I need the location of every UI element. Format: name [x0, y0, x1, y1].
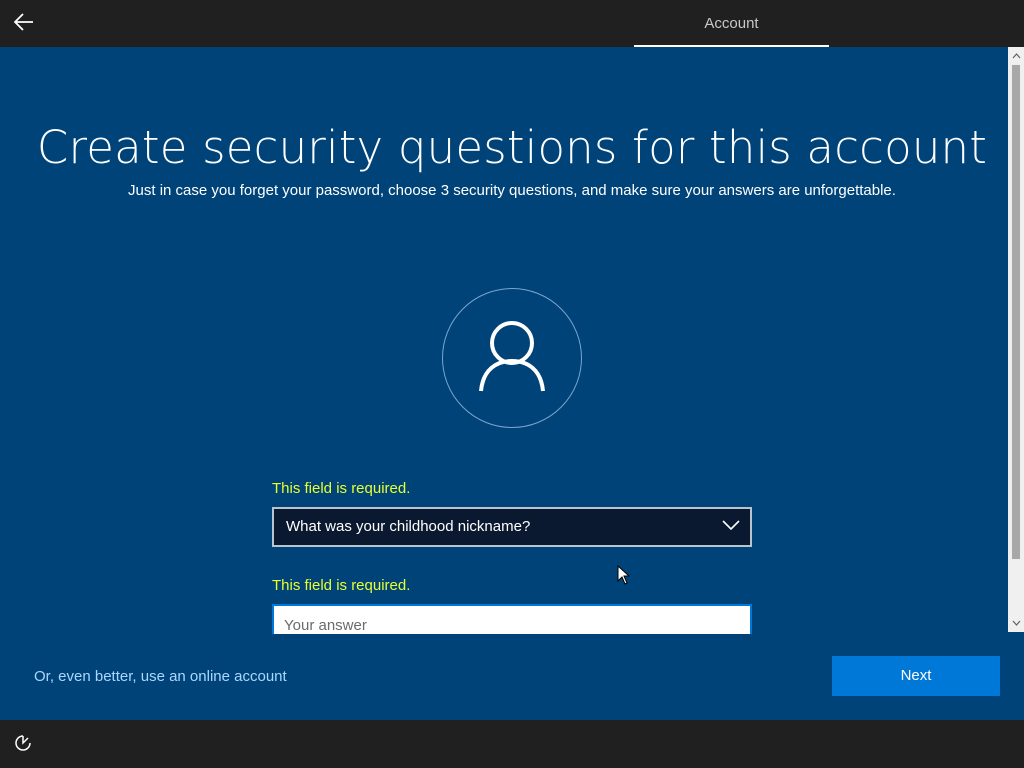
avatar: [442, 288, 582, 428]
online-account-link[interactable]: Or, even better, use an online account: [34, 668, 287, 685]
top-bar: Account: [0, 0, 1024, 47]
ease-of-access-icon: [14, 734, 32, 757]
answer-field-container: [272, 604, 752, 634]
answer-input[interactable]: [274, 611, 734, 634]
bottom-bar: [0, 720, 1024, 768]
page-subtitle: Just in case you forget your password, c…: [128, 182, 896, 199]
question-error-text: This field is required.: [272, 480, 411, 497]
arrow-left-icon: [13, 12, 34, 36]
security-question-dropdown[interactable]: What was your childhood nickname?: [272, 507, 752, 547]
dropdown-selected-value: What was your childhood nickname?: [286, 518, 531, 535]
tab-account: Account: [704, 15, 759, 32]
main-panel: Create security questions for this accou…: [0, 47, 1024, 720]
scroll-up-button[interactable]: [1008, 47, 1024, 65]
ease-of-access-button[interactable]: [12, 734, 34, 756]
chevron-down-icon: [722, 518, 740, 535]
next-button[interactable]: Next: [832, 656, 1000, 696]
back-button[interactable]: [8, 8, 40, 40]
mouse-cursor-icon: [617, 564, 631, 590]
answer-error-text: This field is required.: [272, 577, 411, 594]
scroll-down-button[interactable]: [1008, 614, 1024, 632]
page-title: Create security questions for this accou…: [36, 121, 988, 174]
